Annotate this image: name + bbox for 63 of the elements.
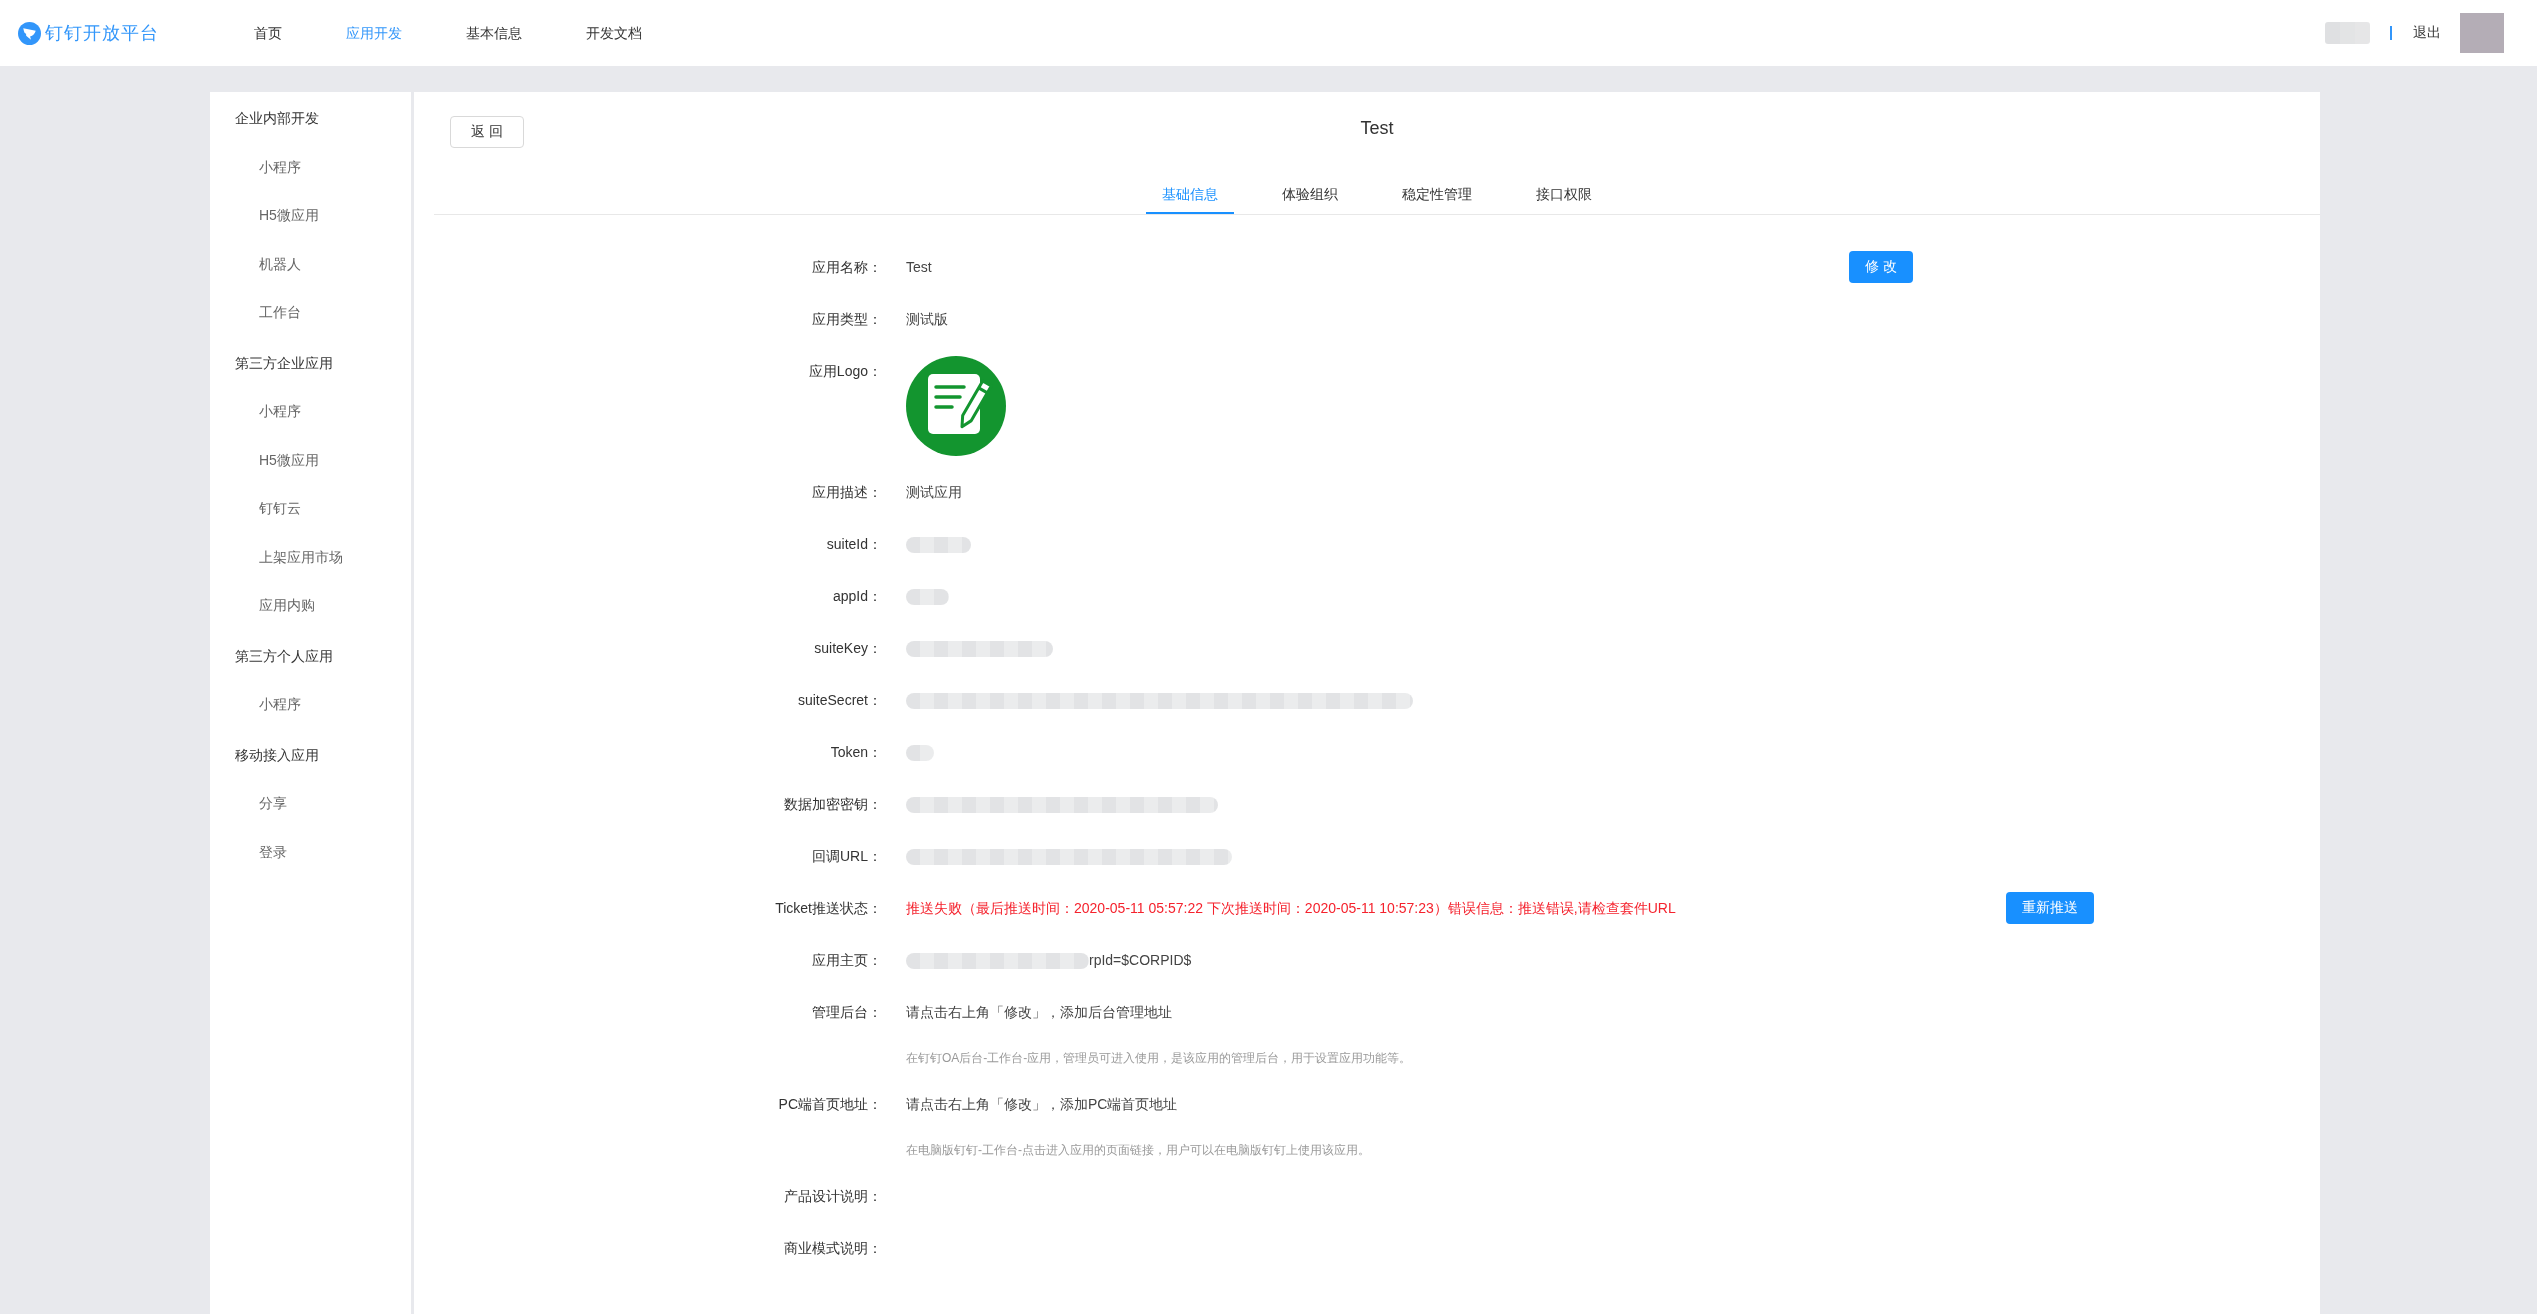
tab[interactable]: 稳定性管理 bbox=[1386, 174, 1488, 214]
status-text: 推送失败（最后推送时间：2020-05-11 05:57:22 下次推送时间：2020-05-11 10:57:23）错误信息：推送错误,请检查套件URL bbox=[906, 900, 1676, 916]
menu-item[interactable]: 小程序 bbox=[259, 694, 301, 715]
document-pencil-icon bbox=[906, 356, 1006, 456]
resend-button[interactable]: 重新推送 bbox=[2006, 892, 2094, 924]
menu-item[interactable]: 工作台 bbox=[259, 302, 301, 323]
menu-item[interactable]: 机器人 bbox=[259, 253, 301, 274]
menu-item[interactable]: H5微应用 bbox=[259, 449, 319, 470]
menu-group-title: 移动接入应用 bbox=[235, 745, 319, 765]
menu-group-title: 第三方个人应用 bbox=[235, 646, 333, 666]
tab[interactable]: 接口权限 bbox=[1520, 174, 1608, 214]
tab[interactable]: 体验组织 bbox=[1266, 174, 1354, 214]
help-text: 在电脑版钉钉-工作台-点击进入应用的页面链接，用户可以在电脑版钉钉上使用该应用。 bbox=[906, 1142, 1370, 1159]
menu-item[interactable]: 登录 bbox=[259, 841, 287, 862]
menu-item[interactable]: 应用内购 bbox=[259, 595, 315, 616]
edit-button[interactable]: 修 改 bbox=[1849, 251, 1913, 283]
blurred-username bbox=[2325, 22, 2370, 44]
field-label: suiteSecret： bbox=[797, 692, 882, 708]
page-title: Test bbox=[1360, 117, 1394, 140]
field-label: 产品设计说明： bbox=[784, 1188, 882, 1204]
field-label: 应用名称： bbox=[812, 259, 882, 275]
menu-item[interactable]: 上架应用市场 bbox=[259, 546, 343, 567]
field-label: appId： bbox=[832, 588, 882, 604]
field-label: 商业模式说明： bbox=[784, 1240, 882, 1256]
logo-icon bbox=[18, 21, 41, 45]
nav-item[interactable]: 应用开发 bbox=[346, 23, 402, 43]
avatar-placeholder bbox=[2460, 13, 2504, 53]
field-label: 应用Logo： bbox=[808, 363, 882, 379]
field-label: 管理后台： bbox=[812, 1004, 882, 1020]
field-label: 回调URL： bbox=[812, 848, 882, 864]
field-label: suiteId： bbox=[826, 536, 882, 552]
help-text: 在钉钉OA后台-工作台-应用，管理员可进入使用，是该应用的管理后台，用于设置应用功能等。 bbox=[906, 1050, 1412, 1067]
menu-item[interactable]: 小程序 bbox=[259, 156, 301, 177]
hint-text: 请点击右上角「修改」，添加后台管理地址 bbox=[906, 1003, 1172, 1022]
back-button[interactable]: 返 回 bbox=[450, 116, 524, 148]
field-value: Test bbox=[906, 259, 932, 275]
field-label: 应用描述： bbox=[812, 484, 882, 500]
field-label: 应用主页： bbox=[812, 952, 882, 968]
redacted-value bbox=[906, 589, 949, 606]
nav-item[interactable]: 基本信息 bbox=[466, 23, 522, 43]
field-value: 测试版 bbox=[906, 311, 948, 327]
redacted-value bbox=[906, 745, 934, 762]
field-value: 测试应用 bbox=[906, 484, 962, 500]
brand-name: 钉钉开放平台 bbox=[45, 22, 159, 45]
menu-item[interactable]: 小程序 bbox=[259, 401, 301, 422]
redacted-value bbox=[906, 537, 971, 554]
hint-text: 请点击右上角「修改」，添加PC端首页地址 bbox=[906, 1095, 1178, 1114]
field-label: suiteKey： bbox=[814, 640, 882, 656]
menu-group-title: 企业内部开发 bbox=[235, 109, 319, 129]
logout-link[interactable]: 退出 bbox=[2413, 24, 2441, 42]
nav-item[interactable]: 首页 bbox=[254, 23, 282, 43]
tab[interactable]: 基础信息 bbox=[1146, 174, 1234, 214]
menu-item[interactable]: 钉钉云 bbox=[259, 498, 301, 519]
nav-item[interactable]: 开发文档 bbox=[586, 23, 642, 43]
field-label: 应用类型： bbox=[812, 311, 882, 327]
menu-item[interactable]: 分享 bbox=[259, 793, 287, 814]
field-label: PC端首页地址： bbox=[778, 1096, 882, 1112]
field-value: rpId=$CORPID$ bbox=[1089, 952, 1192, 968]
field-label: 数据加密密钥： bbox=[784, 796, 882, 812]
field-label: Token： bbox=[830, 744, 882, 760]
menu-item[interactable]: H5微应用 bbox=[259, 205, 319, 226]
menu-group-title: 第三方企业应用 bbox=[235, 353, 333, 373]
field-label: Ticket推送状态： bbox=[775, 900, 882, 916]
